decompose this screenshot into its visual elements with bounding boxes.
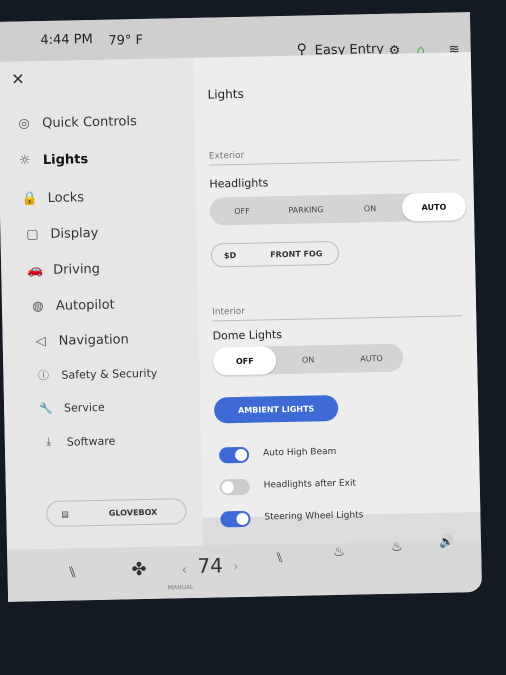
steering-wheel-icon: ◍ <box>32 299 44 315</box>
headlights-after-exit-toggle[interactable] <box>219 478 250 496</box>
interior-section: Interior <box>212 302 463 322</box>
sidebar-item-label: Driving <box>53 261 101 278</box>
dome-on[interactable]: ON <box>276 345 340 374</box>
lights-icon: ☼ <box>18 153 31 169</box>
front-fog-label: FRONT FOG <box>270 248 323 259</box>
sidebar-item-label: Navigation <box>58 332 129 349</box>
front-fog-button[interactable]: $D FRONT FOG <box>210 240 340 268</box>
sidebar: ✕ ◎ Quick Controls ☼ Lights 🔒 Locks ▢ Displa… <box>0 57 204 550</box>
sidebar-item-locks[interactable]: 🔒 Locks <box>22 190 85 206</box>
headlights-parking[interactable]: PARKING <box>274 195 339 224</box>
auto-high-beam-label: Auto High Beam <box>262 446 337 459</box>
sidebar-item-label: Safety & Security <box>61 366 158 382</box>
info-icon: ⓘ <box>37 368 50 383</box>
sidebar-item-driving[interactable]: 🚗 Driving <box>27 262 100 279</box>
navigation-icon: ◁ <box>35 334 46 350</box>
quick-controls-icon: ◎ <box>18 116 30 132</box>
headlights-auto[interactable]: AUTO <box>401 192 467 222</box>
rear-defrost-icon[interactable]: ♨ <box>391 540 403 555</box>
sidebar-item-label: Lights <box>42 152 89 169</box>
headlights-after-exit-label: Headlights after Exit <box>263 478 357 491</box>
driver-seat-icon[interactable]: ⑊ <box>67 562 77 581</box>
climate-mode: MANUAL <box>167 583 194 592</box>
sidebar-item-display[interactable]: ▢ Display <box>24 226 98 243</box>
touchscreen: 4:44 PM 79° F ⚲ Easy Entry ⚙ ⌂ ≋ ✕ ◎ Quic… <box>0 12 483 602</box>
glovebox-label: GLOVEBOX <box>108 507 158 518</box>
glovebox-icon: ▤ <box>61 509 69 519</box>
passenger-seat-icon[interactable]: ⑊ <box>275 550 284 566</box>
download-icon: ⤓ <box>46 434 52 449</box>
glovebox-button[interactable]: ▤ GLOVEBOX <box>46 498 187 528</box>
dome-lights-selector: OFF ON AUTO <box>212 343 404 376</box>
sidebar-item-label: Locks <box>47 190 85 206</box>
sidebar-item-quick-controls[interactable]: ◎ Quick Controls <box>16 114 137 132</box>
headlights-selector: OFF PARKING ON AUTO <box>209 192 467 226</box>
page-title: Lights <box>207 86 244 102</box>
close-icon[interactable]: ✕ <box>11 69 25 88</box>
dome-lights-label: Dome Lights <box>212 328 283 343</box>
ambient-lights-button[interactable]: AMBIENT LIGHTS <box>213 394 339 424</box>
headlights-on[interactable]: ON <box>338 194 403 223</box>
headlights-label: Headlights <box>209 176 269 191</box>
fan-icon[interactable]: ✤ <box>131 559 147 580</box>
sidebar-item-label: Software <box>66 434 116 449</box>
climate-bar: ⑊ ✤ ‹ 74 › MANUAL ⑊ ♨ ♨ 🔊 <box>7 535 483 602</box>
sidebar-item-safety[interactable]: ⓘ Safety & Security <box>35 365 158 384</box>
wrench-icon: 🔧 <box>39 401 54 416</box>
front-defrost-icon[interactable]: ♨ <box>333 545 345 560</box>
sidebar-item-label: Quick Controls <box>41 114 137 132</box>
volume-icon[interactable]: 🔊 <box>439 535 454 549</box>
exterior-section: Exterior <box>208 146 459 166</box>
display-icon: ▢ <box>26 227 39 243</box>
lights-panel: Lights Exterior Headlights OFF PARKING O… <box>192 52 481 528</box>
sidebar-item-label: Display <box>50 225 99 242</box>
sidebar-item-navigation[interactable]: ◁ Navigation <box>33 332 129 349</box>
temperature: 74 <box>197 553 224 578</box>
steering-wheel-lights-label: Steering Wheel Lights <box>264 510 364 523</box>
fog-light-icon: $D <box>223 250 237 260</box>
sidebar-item-label: Autopilot <box>55 297 115 314</box>
sidebar-item-software[interactable]: ⤓ Software <box>41 434 116 450</box>
car-icon: 🚗 <box>27 263 44 279</box>
sidebar-item-lights[interactable]: ☼ Lights <box>17 152 89 169</box>
clock: 4:44 PM <box>40 31 93 49</box>
sidebar-item-label: Service <box>63 400 105 415</box>
outside-temp: 79° F <box>108 32 144 49</box>
dome-auto[interactable]: AUTO <box>339 344 403 373</box>
temp-down-button[interactable]: ‹ <box>181 562 187 578</box>
steering-wheel-lights-toggle[interactable] <box>220 510 251 528</box>
sidebar-item-autopilot[interactable]: ◍ Autopilot <box>30 298 115 315</box>
auto-high-beam-toggle[interactable] <box>218 446 250 464</box>
lock-icon: 🔒 <box>21 191 39 207</box>
headlights-off[interactable]: OFF <box>210 196 275 225</box>
temp-up-button[interactable]: › <box>233 559 238 573</box>
sidebar-item-service[interactable]: 🔧 Service <box>38 401 105 415</box>
dome-off[interactable]: OFF <box>212 346 277 376</box>
